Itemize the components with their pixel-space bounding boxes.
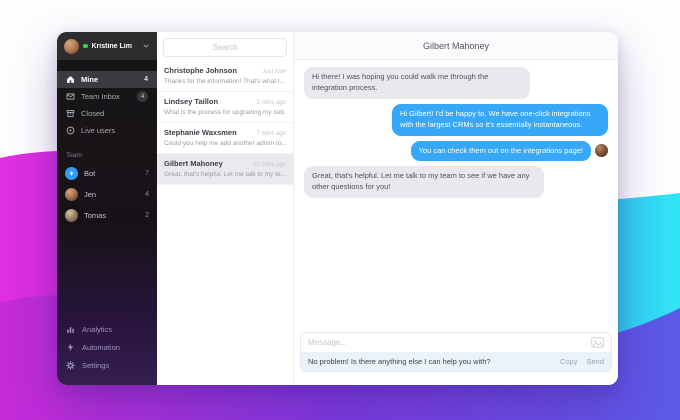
sidebar-item-settings[interactable]: Settings: [57, 356, 157, 374]
sidebar-item-automation[interactable]: Automation: [57, 338, 157, 356]
conversation-preview: Great, that's helpful. Let me talk to my…: [164, 171, 286, 178]
sidebar-item-closed[interactable]: Closed: [57, 105, 157, 122]
send-button[interactable]: Send: [586, 357, 604, 366]
chat-title: Gilbert Mahoney: [422, 40, 490, 51]
settings-icon: [66, 360, 75, 370]
agent-message-bubble: Hi Gilbert! I'd be happy to. We have one…: [392, 103, 608, 136]
live-users-icon: [66, 126, 75, 135]
sidebar-item-label: Automation: [82, 342, 120, 352]
search-input[interactable]: [163, 38, 287, 57]
team-item-label: Tomas: [84, 211, 107, 220]
image-attach-icon[interactable]: [591, 337, 604, 348]
sidebar-item-team-inbox[interactable]: Team Inbox 4: [57, 88, 157, 105]
message-input[interactable]: [308, 338, 591, 347]
suggested-reply-bar: No problem! Is there anything else I can…: [301, 352, 611, 371]
conversation-item[interactable]: Christophe Johnson Just now Thanks for t…: [157, 61, 293, 92]
team-item-tomas[interactable]: Tomas 2: [57, 205, 157, 226]
tomas-avatar: [65, 209, 78, 222]
app-window: Kristine Lim Mine 4 Team Inbox 4 Closed …: [57, 32, 618, 385]
sidebar-item-label: Closed: [81, 109, 105, 118]
search-wrap: [157, 32, 293, 61]
message-row: Great, that's helpful. Let me talk to my…: [304, 166, 608, 199]
message-row: Hi there! I was hoping you could walk me…: [304, 67, 608, 99]
message-row: Hi Gilbert! I'd be happy to. We have one…: [304, 103, 608, 136]
tomas-count: 2: [145, 212, 149, 219]
bot-count: 7: [145, 170, 149, 177]
user-name: Kristine Lim: [91, 42, 132, 50]
sidebar-item-label: Live users: [81, 126, 116, 135]
mine-count: 4: [144, 76, 148, 83]
team-item-label: Jen: [84, 190, 97, 199]
chevron-down-icon[interactable]: [142, 42, 150, 50]
closed-archive-icon: [66, 109, 75, 118]
team-section-label: Team: [66, 152, 82, 159]
agent-message-bubble: You can check them out on the integratio…: [410, 140, 591, 162]
sidebar-item-mine[interactable]: Mine 4: [57, 71, 157, 88]
conversation-name: Gilbert Mahoney: [164, 159, 223, 168]
composer-input-row: [301, 333, 611, 352]
sidebar-item-label: Mine: [81, 75, 99, 84]
automation-icon: [66, 343, 75, 352]
conversation-name: Stephanie Waxsmen: [164, 128, 237, 137]
conversation-name: Lindsey Taillon: [164, 97, 219, 106]
conversation-item-selected[interactable]: Gilbert Mahoney 22 mins ago Great, that'…: [157, 154, 293, 185]
chat-header: Gilbert Mahoney: [294, 32, 618, 60]
inbox-icon: [66, 92, 75, 101]
composer: No problem! Is there anything else I can…: [300, 332, 612, 372]
sidebar-item-label: Settings: [82, 360, 110, 370]
jen-count: 4: [145, 191, 149, 198]
visitor-message-bubble: Great, that's helpful. Let me talk to my…: [304, 166, 544, 199]
sidebar: Kristine Lim Mine 4 Team Inbox 4 Closed …: [57, 32, 157, 385]
jen-avatar: [65, 188, 78, 201]
conversation-time: 22 mins ago: [253, 162, 286, 168]
conversation-item[interactable]: Lindsey Taillon 2 mins ago What is the p…: [157, 92, 293, 123]
suggested-reply-text: No problem! Is there anything else I can…: [308, 357, 491, 366]
visitor-message-bubble: Hi there! I was hoping you could walk me…: [304, 67, 530, 99]
online-status-dot: [83, 43, 88, 49]
sidebar-item-label: Analytics: [82, 324, 113, 334]
message-thread: Hi there! I was hoping you could walk me…: [294, 60, 618, 332]
team-item-jen[interactable]: Jen 4: [57, 184, 157, 205]
conversation-preview: What is the process for upgrading my sub…: [164, 109, 286, 116]
sidebar-item-label: Team Inbox: [81, 92, 120, 101]
team-item-bot[interactable]: Bot 7: [57, 163, 157, 184]
team-item-label: Bot: [84, 169, 96, 178]
sidebar-item-analytics[interactable]: Analytics: [57, 320, 157, 338]
agent-avatar: [595, 144, 608, 158]
conversation-time: Just now: [262, 69, 286, 75]
sidebar-nav: Mine 4 Team Inbox 4 Closed Live users: [57, 71, 157, 139]
conversation-preview: Could you help me add another admin to..…: [164, 140, 286, 147]
bot-lightning-avatar: [65, 167, 78, 180]
sidebar-footer: Analytics Automation Settings: [57, 320, 157, 385]
conversation-item[interactable]: Stephanie Waxsmen 7 mins ago Could you h…: [157, 123, 293, 154]
message-row: You can check them out on the integratio…: [304, 140, 608, 162]
conversation-time: 7 mins ago: [256, 131, 286, 137]
conversation-name: Christophe Johnson: [164, 66, 237, 75]
analytics-icon: [66, 325, 75, 334]
home-icon: [66, 75, 75, 84]
team-inbox-count: 4: [137, 91, 148, 102]
conversation-time: 2 mins ago: [256, 100, 286, 106]
sidebar-item-live-users[interactable]: Live users: [57, 122, 157, 139]
conversation-preview: Thanks for the information! That's what …: [164, 78, 286, 85]
chat-panel: Gilbert Mahoney Hi there! I was hoping y…: [294, 32, 618, 385]
team-list: Bot 7 Jen 4 Tomas 2: [57, 163, 157, 226]
user-menu[interactable]: Kristine Lim: [57, 32, 157, 60]
user-avatar: [64, 38, 79, 54]
conversation-list: Christophe Johnson Just now Thanks for t…: [157, 32, 294, 385]
copy-button[interactable]: Copy: [560, 357, 578, 366]
